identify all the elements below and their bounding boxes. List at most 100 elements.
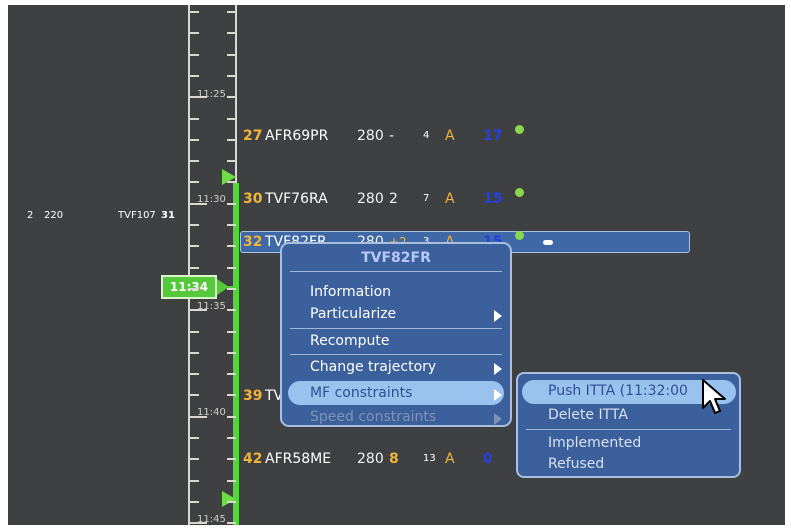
timeline-tick [227,394,236,397]
timeline-tick [227,287,236,290]
flight-level: 280 [357,128,384,144]
strip-seq: 31 [161,210,175,221]
timeline-tick [227,415,236,418]
timeline-tick [189,96,207,99]
timeline-tick [227,53,236,56]
mouse-cursor-icon [702,379,726,414]
flight-trend: - [389,128,395,144]
timeline-tick [227,500,236,503]
timeline-tick [189,160,199,163]
timeline-tick [227,351,236,354]
flight-trend: 2 [389,191,398,207]
menu-divider [290,328,502,329]
flight-delay: 15 [483,191,503,207]
menu-divider [290,354,502,355]
flight-callsign[interactable]: TVF76RA [265,188,328,210]
timeline-tick [227,202,236,205]
timeline-tick [189,522,207,525]
flight-trend: 8 [389,451,399,467]
timeline-rail-left [188,5,190,525]
timeline-tick [189,437,199,439]
flight-small-value: 4 [423,130,430,141]
timeline-tick [227,330,236,333]
timeline-elapsed-bar [233,183,239,525]
flight-seq: 42 [243,451,263,467]
timeline-tick [227,74,236,77]
submenu-item-implemented[interactable]: Implemented [548,435,641,451]
flight-category: A [445,451,455,467]
timeline-tick [189,53,199,56]
timeline-tick [189,224,199,226]
flight-seq: 32 [243,234,263,250]
menu-item-recompute[interactable]: Recompute [310,333,389,349]
timeline-tick [227,309,236,312]
submenu-arrow-icon [494,389,502,401]
timeline-tick [227,245,236,248]
timeline-tick [189,181,199,184]
strip-value: 220 [44,210,64,221]
timeline-tick [227,160,236,163]
timeline-tick [227,266,236,269]
timeline-tick [227,373,236,376]
timeline-tick [227,11,236,13]
context-menu-title: TVF82FR [361,250,431,266]
timeline-tick [189,74,199,77]
flight-seq: 39 [243,388,263,404]
menu-item-speed-constraints[interactable]: Speed constraints [310,409,436,425]
flight-level: 280 [357,191,384,207]
menu-divider [290,271,502,272]
menu-item-information[interactable]: Information [310,284,391,300]
flight-small-value: 13 [423,453,436,464]
timeline-tick [227,437,236,439]
timeline-tick [189,11,199,13]
status-dot-icon [515,125,524,134]
timeline-tick [189,287,199,290]
tag-icon [543,240,553,245]
submenu-item-delete-itta[interactable]: Delete ITTA [548,407,628,423]
menu-item-particularize[interactable]: Particularize [310,306,396,322]
flight-seq: 27 [243,128,263,144]
flight-level: 280 [357,451,384,467]
timeline-tick [189,266,199,269]
timeline-tick [189,32,199,35]
timeline-tick [189,138,199,141]
timeline-tick [189,394,199,397]
timeline-marker-icon[interactable] [222,491,236,507]
menu-item-mf-constraints[interactable]: MF constraints [310,385,412,401]
timeline-tick [189,458,199,461]
atc-display: 11:25 11:30 11:35 11:40 11:45 11:34 2 22… [8,5,785,525]
flight-category: A [445,128,455,144]
timeline-tick [189,309,207,312]
timeline-tick [227,117,236,120]
timeline-tick [227,138,236,141]
flight-delay: 17 [483,128,503,144]
timeline-tick [189,373,199,376]
timeline-tick [227,224,236,226]
timeline-tick [189,245,199,248]
flight-callsign[interactable]: AFR69PR [265,125,328,147]
flight-delay: 0 [483,451,493,467]
submenu-item-push-itta[interactable]: Push ITTA (11:32:00 [548,383,688,399]
submenu-arrow-icon [494,310,502,322]
menu-item-change-trajectory[interactable]: Change trajectory [310,359,436,375]
timeline-tick [189,479,199,482]
flight-small-value: 7 [423,193,430,204]
strip-value: 2 [27,210,34,221]
menu-divider [526,429,731,430]
status-dot-icon [515,231,524,240]
timeline-tick [227,479,236,482]
submenu-arrow-icon [494,363,502,375]
timeline-tick [227,181,236,184]
timeline-label: 11:25 [197,89,226,100]
submenu-arrow-icon [494,413,502,425]
context-menu: TVF82FR Information Particularize Recomp… [280,242,512,427]
strip-callsign[interactable]: TVF107 [118,210,156,221]
status-dot-icon [515,188,524,197]
timeline-tick [189,117,199,120]
timeline-tick [189,415,207,418]
timeline-tick [227,522,236,525]
flight-callsign[interactable]: AFR58ME [265,448,331,470]
timeline-tick [227,32,236,35]
submenu-item-refused[interactable]: Refused [548,456,604,472]
timeline-tick [227,96,236,99]
